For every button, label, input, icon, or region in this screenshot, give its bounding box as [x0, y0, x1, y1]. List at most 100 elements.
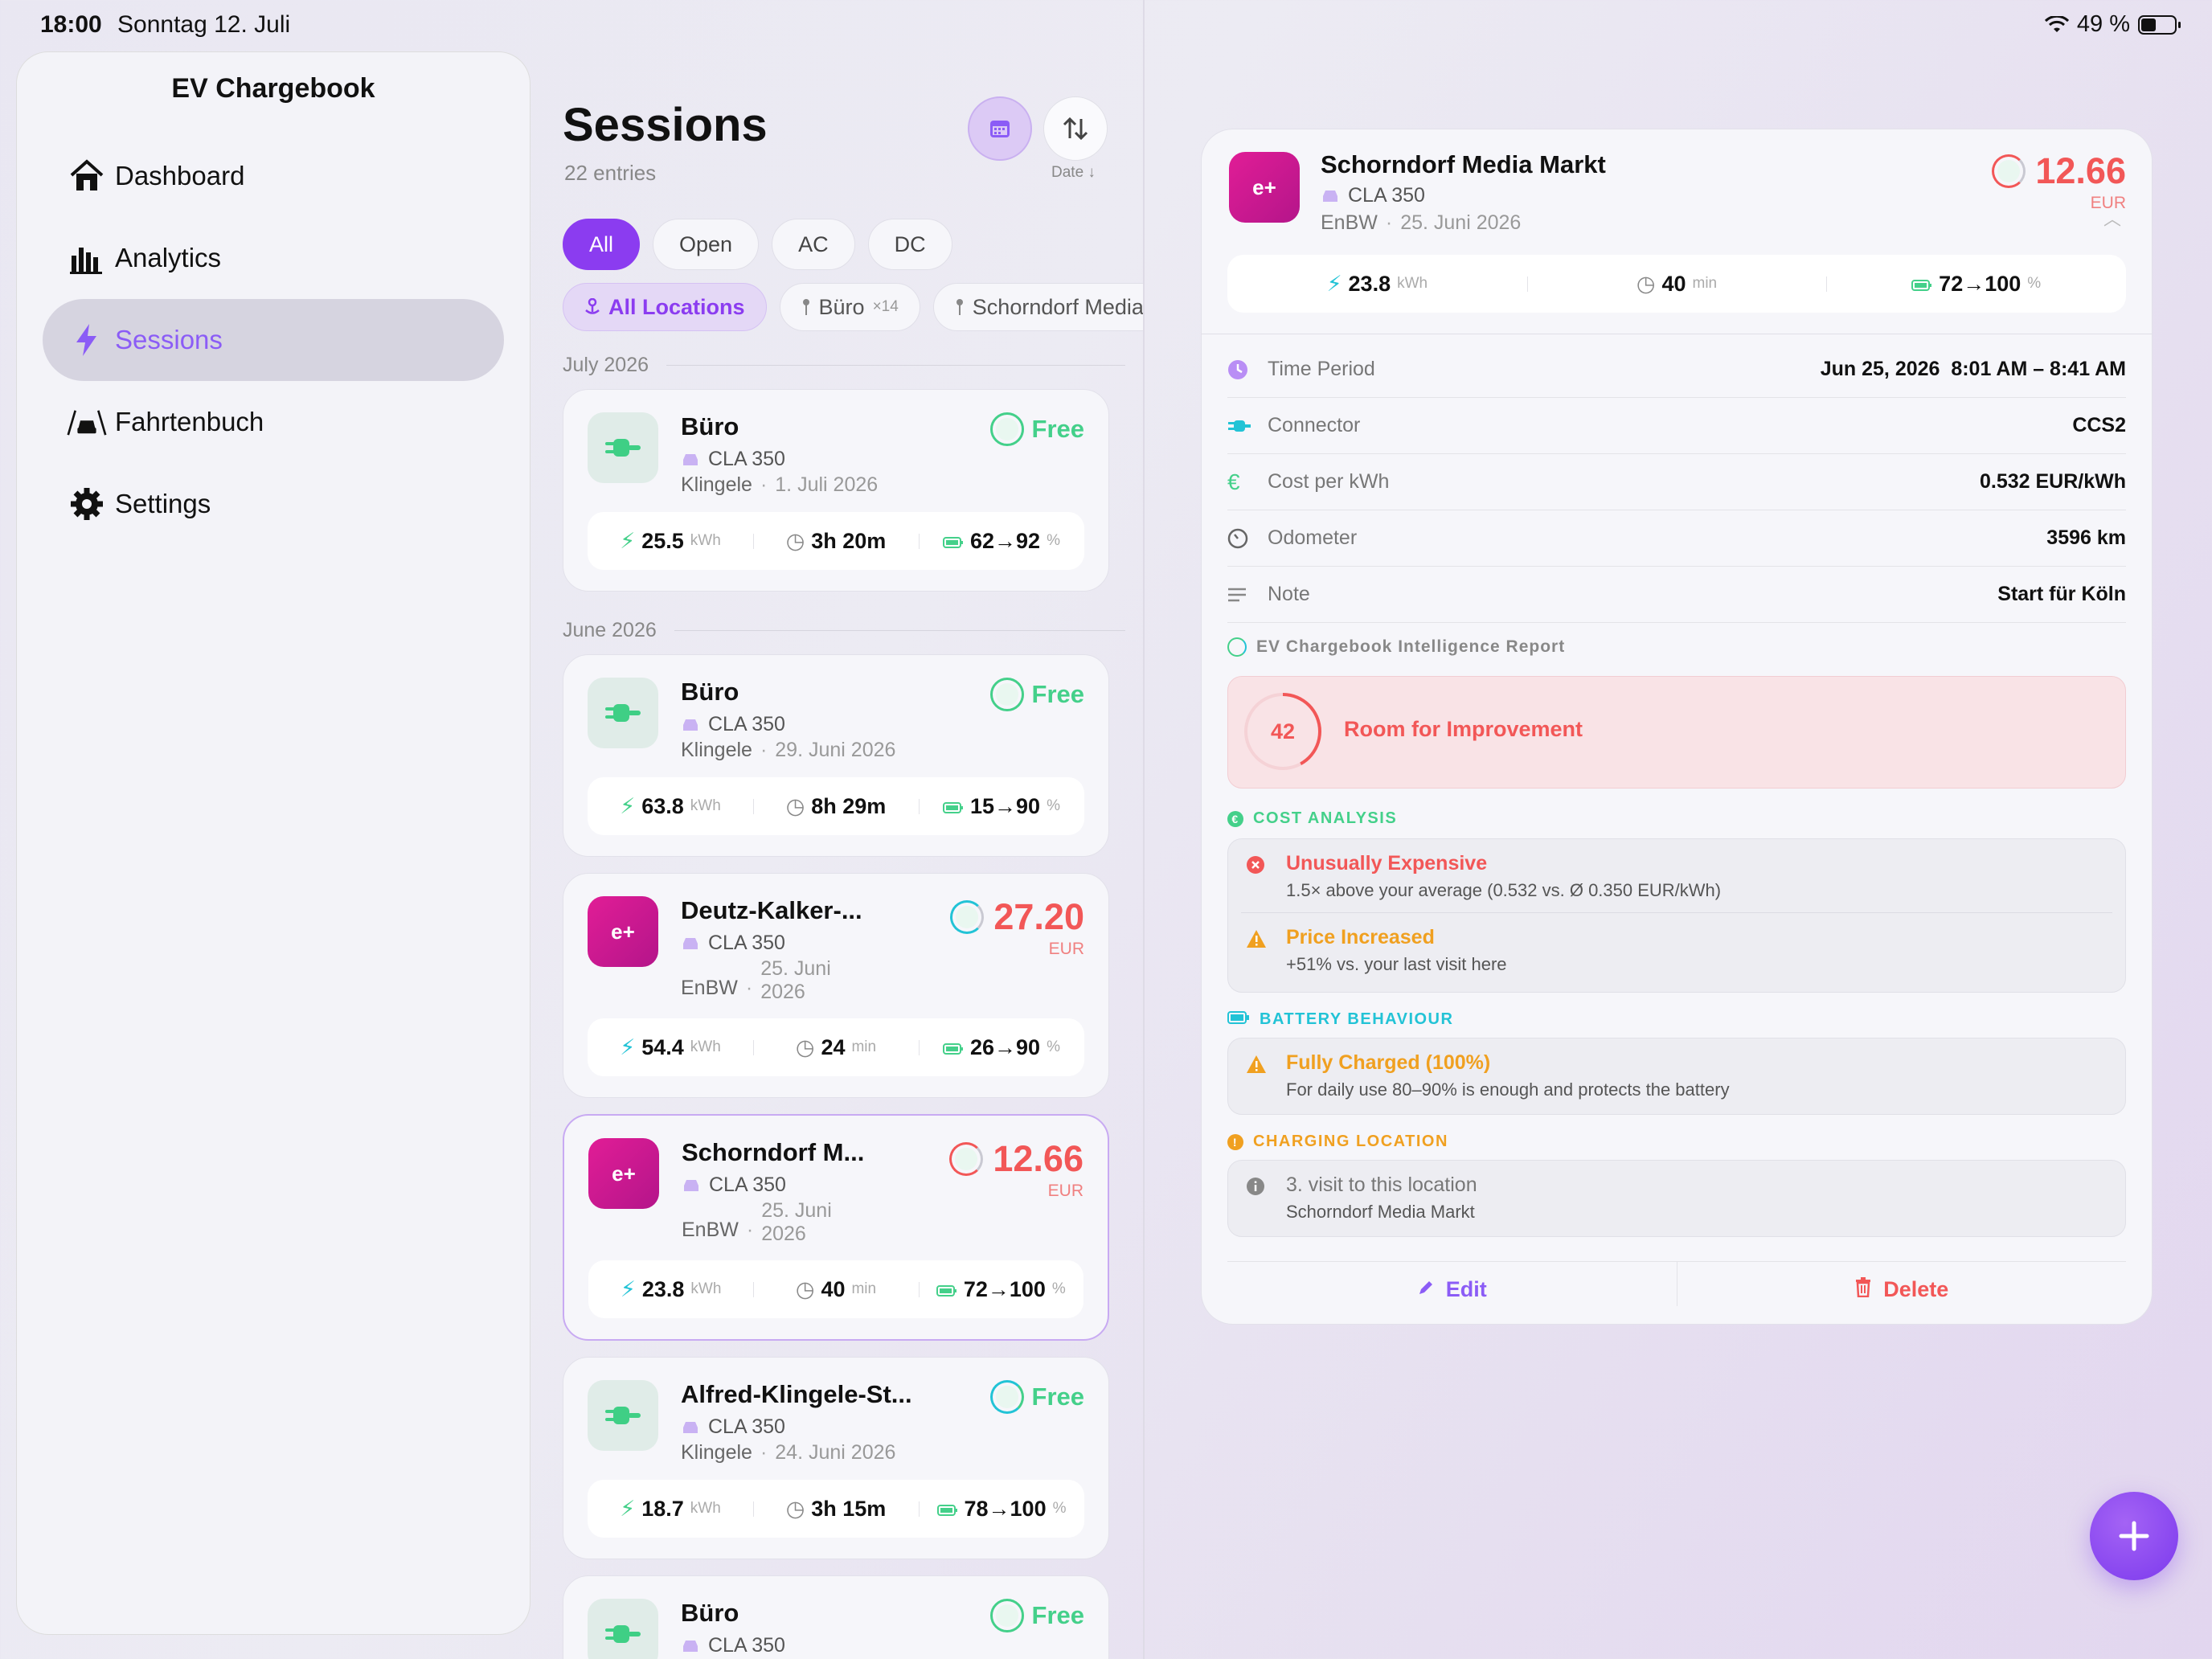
sidebar-item-fahrtenbuch[interactable]: Fahrtenbuch — [43, 381, 504, 463]
duration-value: 3h 20m — [811, 528, 887, 553]
timer-icon: ◷ — [1636, 271, 1656, 296]
sidebar-item-label: Settings — [115, 489, 211, 518]
car-label: CLA 350 — [708, 713, 785, 735]
sort-arrows-icon — [1063, 117, 1088, 141]
location-chip-buero[interactable]: Büro ×14 — [779, 283, 920, 331]
session-detail-panel: e+ Schorndorf Media Markt CLA 350 EnBW · 2… — [1201, 129, 2153, 1325]
session-meta: Klingele · 29. Juni 2026 — [681, 739, 896, 761]
soc-value: 26→90 — [970, 1034, 1041, 1059]
detail-row-connector: Connector CCS2 — [1227, 398, 2126, 454]
plug-icon — [588, 412, 658, 483]
session-card[interactable]: Büro CLA 350 Klingele · 29. Juni 2026 Free… — [563, 654, 1109, 857]
sidebar-item-settings[interactable]: Settings — [43, 463, 504, 545]
filter-chip-open[interactable]: Open — [653, 219, 760, 270]
insight-title: Fully Charged (100%) — [1286, 1051, 1491, 1074]
insight-item: Price Increased +51% vs. your last visit… — [1241, 912, 2112, 986]
energy-stat: ⚡ 23.8 kWh — [588, 1277, 753, 1302]
sidebar-item-label: Analytics — [115, 243, 222, 272]
sidebar-item-dashboard[interactable]: Dashboard — [43, 135, 504, 217]
location-chip-label: Büro — [818, 294, 865, 319]
plus-icon — [2119, 1521, 2149, 1551]
filter-chip-dc[interactable]: DC — [867, 219, 952, 270]
plug-icon — [588, 1599, 658, 1659]
sidebar-item-analytics[interactable]: Analytics — [43, 217, 504, 299]
sidebar-item-label: Sessions — [115, 325, 223, 354]
soc-stat: 62→92% — [919, 529, 1084, 554]
session-title: Deutz-Kalker-... — [681, 896, 862, 924]
dollar-circle-icon: € — [1227, 810, 1243, 827]
battery-icon — [943, 1035, 964, 1060]
insight-item: 3. visit to this location Schorndorf Med… — [1228, 1161, 2125, 1234]
energy-value: 25.5 — [641, 528, 684, 553]
session-price: 12.66 EUR — [949, 1138, 1083, 1201]
detail-rows: Time Period Jun 25, 2026 8:01 AM – 8:41 … — [1227, 342, 2126, 623]
session-card[interactable]: Alfred-Klingele-St... CLA 350 Klingele · 2… — [563, 1357, 1109, 1559]
car-label: CLA 350 — [1348, 184, 1425, 207]
entries-count: 22 entries — [564, 161, 657, 185]
battery-behaviour-header: BATTERY BEHAVIOUR — [1227, 1010, 1453, 1029]
provider-label: Klingele — [681, 473, 752, 496]
price-label: Free — [1031, 1382, 1084, 1411]
car-icon — [683, 937, 698, 949]
session-card[interactable]: Büro CLA 350 Free — [563, 1575, 1109, 1659]
soc-value: 72→100 — [963, 1276, 1046, 1301]
chevron-up-icon[interactable]: ︿ — [1992, 211, 2121, 228]
session-car: CLA 350 — [681, 932, 785, 955]
session-car: CLA 350 — [682, 1174, 786, 1197]
insight-title: Price Increased — [1286, 926, 1435, 948]
date-label: 24. Juni 2026 — [775, 1441, 896, 1464]
energy-unit: kWh — [690, 1500, 721, 1517]
detail-stats: ⚡ 23.8 kWh ◷ 40 min 72→100% — [1227, 255, 2126, 313]
sidebar-item-sessions[interactable]: Sessions — [43, 299, 504, 381]
score-label: Room for Improvement — [1344, 717, 1583, 741]
car-icon — [683, 719, 698, 731]
info-circle-icon — [1246, 1177, 1265, 1200]
session-title: Büro — [681, 412, 739, 440]
location-pin-icon — [585, 298, 600, 314]
filter-chip-all[interactable]: All — [563, 219, 641, 270]
session-card[interactable]: e+ Deutz-Kalker-... CLA 350 EnBW · 25. Jun… — [563, 873, 1109, 1098]
location-chip-all[interactable]: All Locations — [563, 283, 767, 331]
soc-unit: % — [1051, 1280, 1066, 1297]
duration-stat: ◷ 40 min — [753, 1277, 918, 1302]
delete-label: Delete — [1883, 1277, 1949, 1301]
score-ring-icon — [1992, 154, 2026, 188]
wifi-icon — [2044, 15, 2069, 32]
sidebar-item-label: Fahrtenbuch — [115, 407, 264, 436]
calendar-button[interactable] — [968, 96, 1032, 161]
score-ring-icon — [949, 1142, 984, 1176]
session-meta: Klingele · 24. Juni 2026 — [681, 1441, 896, 1464]
bolt-icon: ⚡ — [620, 1034, 636, 1059]
sort-button[interactable] — [1043, 96, 1108, 161]
note-lines-icon — [1227, 587, 1268, 603]
sessions-list-column: Sessions 22 entries Date ↓ All Open AC D… — [547, 51, 1143, 1659]
enbw-logo-icon: e+ — [1229, 152, 1300, 223]
duration-unit: min — [851, 1280, 877, 1297]
filter-chip-ac[interactable]: AC — [772, 219, 855, 270]
clock-filled-icon — [1227, 359, 1268, 380]
soc-value: 15→90 — [970, 793, 1041, 818]
session-card-selected[interactable]: e+ Schorndorf M... CLA 350 EnBW · 25. Juni… — [563, 1114, 1109, 1341]
section-label: BATTERY BEHAVIOUR — [1260, 1010, 1454, 1028]
app-title: EV Chargebook — [171, 73, 375, 104]
gauge-icon — [1227, 528, 1268, 549]
date-label: 25. Juni 2026 — [1400, 211, 1522, 234]
gear-icon — [67, 484, 107, 524]
add-session-button[interactable] — [2090, 1492, 2178, 1580]
session-card[interactable]: Büro CLA 350 Klingele · 1. Juli 2026 Free … — [563, 389, 1109, 592]
date-label: 25. Juni 2026 — [760, 957, 831, 1003]
date-label: 25. Juni 2026 — [761, 1199, 832, 1245]
location-chip-count: ×14 — [872, 298, 899, 315]
section-header: July 2026 — [563, 354, 1125, 377]
enbw-logo-icon: e+ — [588, 896, 658, 967]
soc-value: 62→92 — [970, 528, 1041, 553]
session-meta: Klingele · 1. Juli 2026 — [681, 473, 879, 496]
soc-stat: 78→100% — [919, 1497, 1084, 1522]
section-label: COST ANALYSIS — [1253, 809, 1398, 827]
soc-unit: % — [1052, 1500, 1067, 1517]
delete-button[interactable]: Delete — [1676, 1262, 2127, 1306]
duration-value: 3h 15m — [811, 1496, 887, 1521]
location-chip-schorndorf[interactable]: Schorndorf Media Markt — [932, 283, 1143, 331]
edit-button[interactable]: Edit — [1227, 1262, 1677, 1306]
detail-row-odometer: Odometer 3596 km — [1227, 510, 2126, 567]
